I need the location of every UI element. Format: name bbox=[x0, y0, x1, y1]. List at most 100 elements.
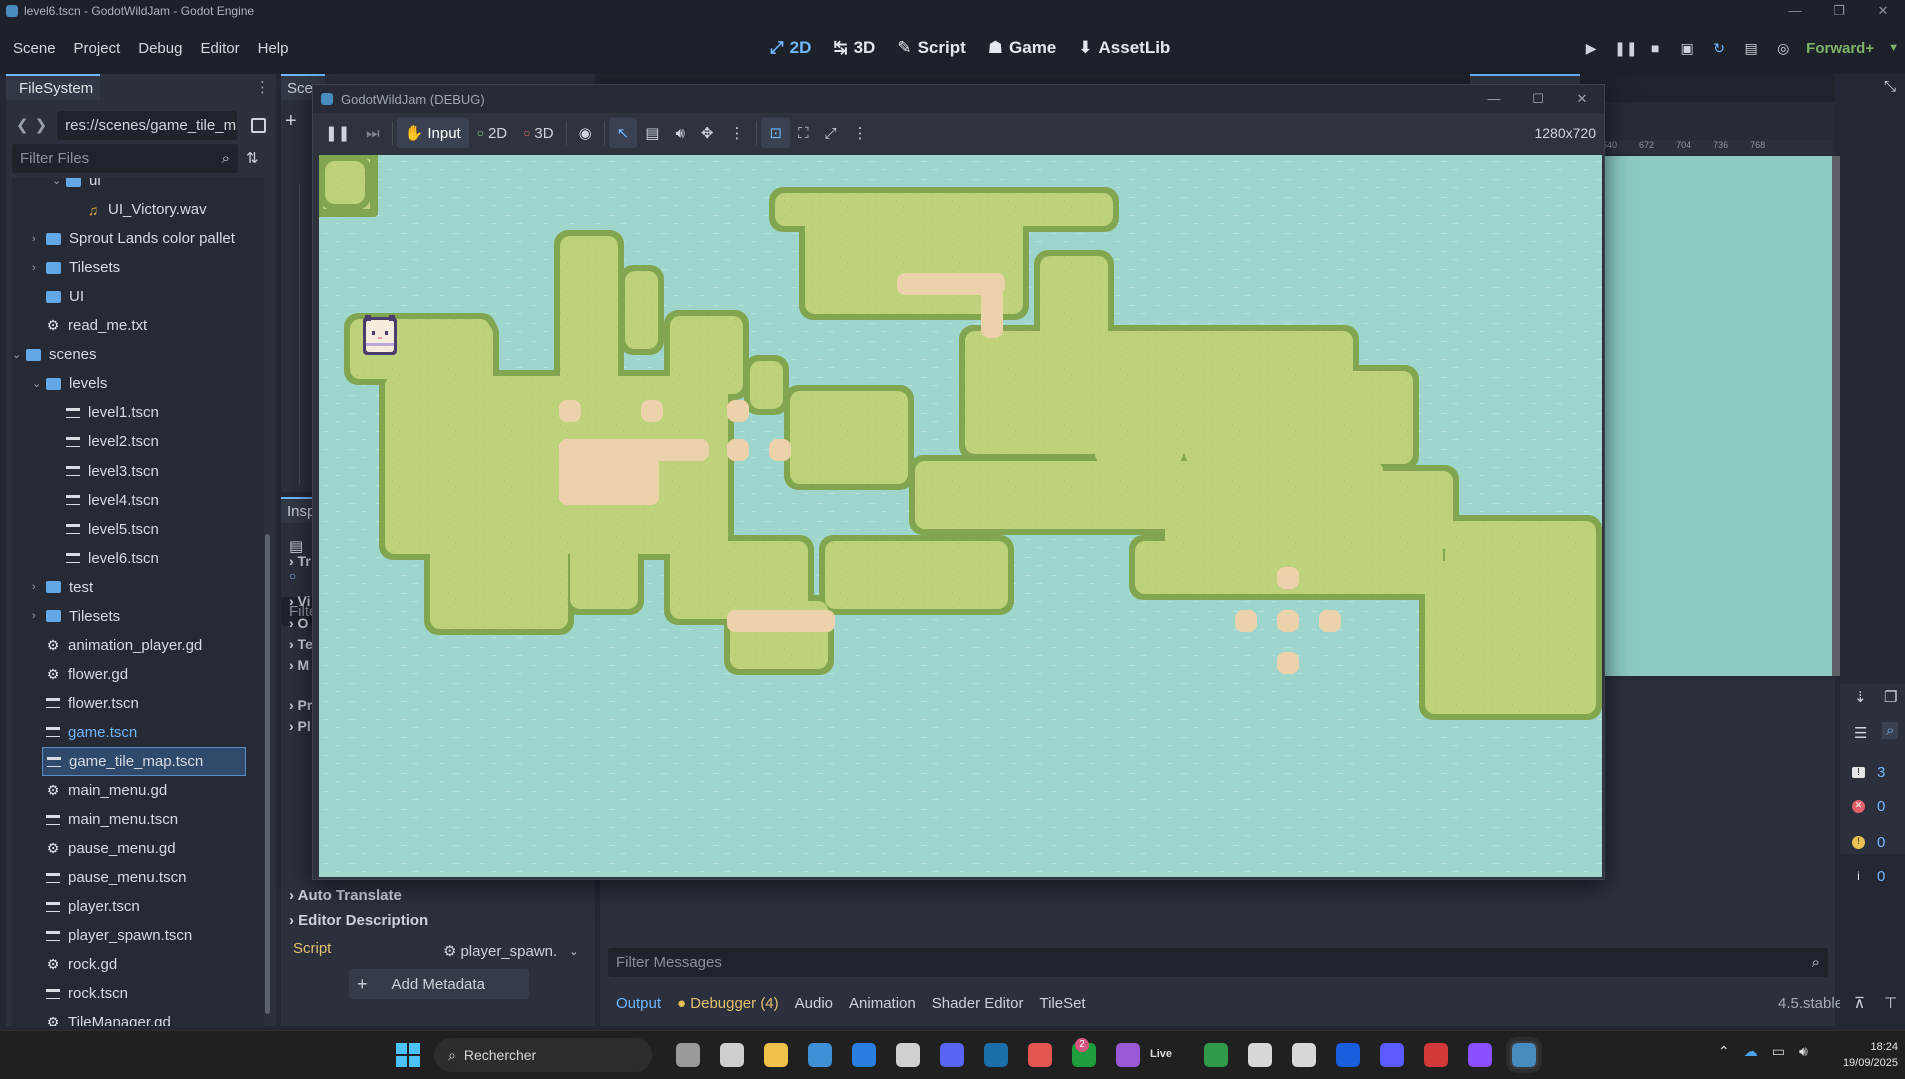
file-tree-item[interactable]: › Tilesets bbox=[12, 602, 264, 631]
chevron-right-icon[interactable]: › bbox=[32, 581, 46, 593]
file-tree-item[interactable]: rock.tscn bbox=[12, 979, 264, 1008]
file-tree-item[interactable]: › Tilesets bbox=[12, 253, 264, 282]
mode-game-button[interactable]: ☗ Game bbox=[988, 38, 1057, 58]
renderer-selector[interactable]: Forward+ bbox=[1806, 40, 1874, 57]
section-auto-translate[interactable]: › Auto Translate bbox=[289, 887, 402, 904]
clear-icon[interactable]: ⇣ bbox=[1854, 688, 1867, 706]
keep-aspect-icon[interactable]: ⊡ bbox=[761, 118, 791, 148]
select-tool-icon[interactable]: ↖ bbox=[608, 118, 638, 148]
file-tree-item[interactable]: level2.tscn bbox=[12, 427, 264, 456]
tab-animation[interactable]: Animation bbox=[849, 995, 916, 1012]
filter-messages-toggle[interactable]: ! 3 bbox=[1852, 758, 1902, 786]
maximize-button[interactable]: ☐ bbox=[1516, 85, 1560, 113]
tab-filesystem[interactable]: FileSystem bbox=[6, 74, 100, 100]
godot-icon[interactable] bbox=[1510, 1041, 1538, 1069]
viewport-grid-area[interactable] bbox=[1832, 156, 1840, 676]
forward-icon[interactable]: ❯ bbox=[35, 116, 48, 134]
file-tree-item[interactable]: ⚙ rock.gd bbox=[12, 950, 264, 979]
file-tree-item[interactable]: level4.tscn bbox=[12, 486, 264, 515]
pin-icon[interactable]: ⊼ bbox=[1854, 994, 1865, 1012]
file-tree-item[interactable]: player.tscn bbox=[12, 892, 264, 921]
network-icon[interactable]: ▭ bbox=[1772, 1043, 1785, 1060]
reload-icon[interactable]: ↻ bbox=[1710, 39, 1728, 57]
chevron-up-icon[interactable]: ⌃ bbox=[1718, 1043, 1730, 1060]
copy-icon[interactable]: ❐ bbox=[1884, 688, 1897, 706]
list-select-icon[interactable]: ▤ bbox=[637, 118, 667, 148]
inspector-section[interactable]: › Pr bbox=[289, 697, 313, 713]
filter-files-input[interactable]: Filter Files ⌕ bbox=[12, 143, 238, 173]
app-grid-icon[interactable] bbox=[896, 1043, 920, 1067]
tab-output[interactable]: Output bbox=[616, 995, 661, 1012]
close-button[interactable]: ✕ bbox=[1861, 0, 1905, 22]
mode-assetlib-button[interactable]: ⬇ AssetLib bbox=[1078, 38, 1170, 58]
chevron-down-icon[interactable]: ▼ bbox=[1888, 42, 1899, 54]
menu-scene[interactable]: Scene bbox=[4, 40, 65, 57]
file-explorer-icon[interactable] bbox=[764, 1043, 788, 1067]
cortana-icon[interactable] bbox=[720, 1043, 744, 1067]
discord-icon[interactable] bbox=[940, 1043, 964, 1067]
malwarebytes-icon[interactable] bbox=[852, 1043, 876, 1067]
filter-warnings-toggle[interactable]: ! 0 bbox=[1852, 828, 1902, 856]
expand-panel-icon[interactable]: ⊤ bbox=[1884, 994, 1897, 1012]
tab-debugger[interactable]: ● Debugger (4) bbox=[677, 995, 779, 1012]
filter-messages-input[interactable]: Filter Messages ⌕ bbox=[608, 948, 1828, 977]
clock[interactable]: 18:24 19/09/2025 bbox=[1834, 1039, 1898, 1071]
search-toggle-icon[interactable]: ⌕ bbox=[1882, 722, 1899, 739]
play-icon[interactable]: ▶ bbox=[1582, 39, 1600, 57]
onedrive-icon[interactable]: ☁ bbox=[1744, 1043, 1758, 1060]
stretch-icon[interactable]: ⛶ bbox=[790, 118, 817, 148]
inspector-section[interactable]: › Vi bbox=[289, 593, 313, 609]
file-tree-item[interactable]: ⌄ levels bbox=[12, 369, 264, 398]
file-tree-item[interactable]: level6.tscn bbox=[12, 544, 264, 573]
file-tree-item[interactable]: pause_menu.tscn bbox=[12, 863, 264, 892]
more-icon[interactable]: ⋮ bbox=[721, 118, 752, 148]
inspector-section[interactable]: › Te bbox=[289, 636, 313, 652]
file-tree-item[interactable]: level3.tscn bbox=[12, 457, 264, 486]
inspector-section[interactable]: › M bbox=[289, 657, 313, 673]
file-tree-item[interactable]: level5.tscn bbox=[12, 515, 264, 544]
file-tree-item[interactable]: › Sprout Lands color pallet bbox=[12, 224, 264, 253]
menu-help[interactable]: Help bbox=[249, 40, 298, 57]
add-metadata-button[interactable]: + Add Metadata bbox=[349, 969, 529, 999]
volume-icon[interactable]: 🔊︎ bbox=[1799, 1043, 1808, 1060]
game-viewport[interactable] bbox=[319, 155, 1602, 877]
chevron-right-icon[interactable]: › bbox=[32, 233, 46, 245]
file-tree-item[interactable]: ⚙ animation_player.gd bbox=[12, 631, 264, 660]
menu-editor[interactable]: Editor bbox=[191, 40, 248, 57]
chevron-right-icon[interactable]: › bbox=[32, 610, 46, 622]
maximize-button[interactable]: ❐ bbox=[1817, 0, 1861, 22]
camera-icon[interactable]: ✥ bbox=[693, 118, 722, 148]
mode-2d-button[interactable]: ○ 2D bbox=[469, 118, 515, 148]
inspector-section[interactable]: › Tr bbox=[289, 553, 313, 569]
tab-shader-editor[interactable]: Shader Editor bbox=[932, 995, 1024, 1012]
filter-info-toggle[interactable]: i0 bbox=[1852, 862, 1902, 890]
2d-viewport[interactable] bbox=[1600, 156, 1832, 676]
remote-debug-icon[interactable]: ▣ bbox=[1678, 39, 1696, 57]
mode-2d-button[interactable]: ⤢ 2D bbox=[770, 38, 811, 58]
file-tree-item[interactable]: ⚙ pause_menu.gd bbox=[12, 834, 264, 863]
add-node-icon[interactable]: + bbox=[285, 110, 297, 133]
expand-icon[interactable]: ⤡ bbox=[1884, 78, 1896, 95]
split-view-icon[interactable] bbox=[251, 117, 267, 133]
bitwarden-icon[interactable] bbox=[1336, 1043, 1360, 1067]
chevron-down-icon[interactable]: ⌄ bbox=[32, 377, 46, 390]
chevron-down-icon[interactable]: ⌄ bbox=[52, 178, 66, 187]
play-scene-icon[interactable]: ▤ bbox=[1742, 39, 1760, 57]
menu-debug[interactable]: Debug bbox=[129, 40, 191, 57]
chevron-right-icon[interactable]: › bbox=[32, 262, 46, 274]
minimize-button[interactable]: — bbox=[1472, 85, 1516, 113]
start-button[interactable] bbox=[396, 1043, 420, 1067]
mode-3d-button[interactable]: ↹ 3D bbox=[833, 38, 875, 58]
section-editor-description[interactable]: › Editor Description bbox=[289, 912, 428, 929]
stop-icon[interactable]: ■ bbox=[1646, 39, 1664, 57]
dock-menu-icon[interactable]: ⋮ bbox=[255, 78, 270, 96]
file-tree-item[interactable]: ⚙ read_me.txt bbox=[12, 311, 264, 340]
back-icon[interactable]: ❮ bbox=[16, 116, 29, 134]
pause-icon[interactable]: ❚❚ bbox=[317, 118, 358, 148]
tab-tileset[interactable]: TileSet bbox=[1039, 995, 1085, 1012]
tab-audio[interactable]: Audio bbox=[795, 995, 833, 1012]
path-field[interactable]: res://scenes/game_tile_m bbox=[57, 110, 238, 140]
file-tree-item[interactable]: level1.tscn bbox=[12, 398, 264, 427]
script-value-picker[interactable]: ⚙ player_spawn. ⌄ bbox=[443, 937, 587, 965]
file-tree-item[interactable]: game_tile_map.tscn bbox=[42, 747, 246, 776]
